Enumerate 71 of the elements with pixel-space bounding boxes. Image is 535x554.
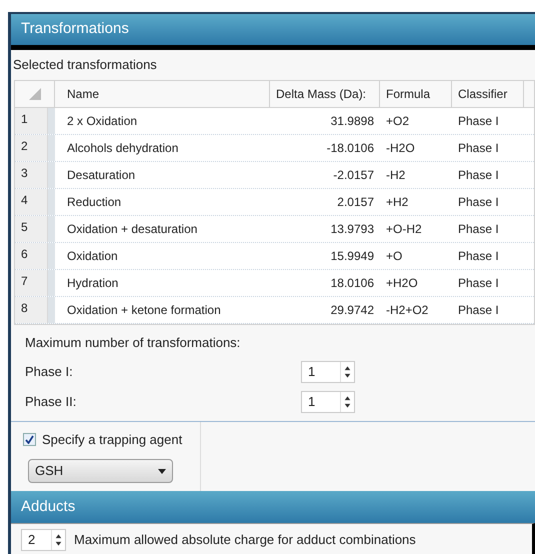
spinner-value: 2 [27, 531, 36, 549]
dropdown[interactable]: GSH [28, 459, 173, 483]
table-cell-text: -18.0106 [326, 140, 375, 157]
spinner-value: 1 [307, 392, 316, 410]
spinner-value: 1 [307, 362, 316, 380]
row-number: 6 [15, 243, 48, 269]
column-header[interactable]: Classifier [452, 81, 524, 107]
table-cell-text: -2.0157 [332, 167, 375, 184]
table-cell-text: Phase I [457, 302, 500, 319]
select-all-corner-icon[interactable] [28, 88, 40, 100]
section-title: Transformations [21, 19, 129, 40]
table-cell-text: Phase I [457, 167, 500, 184]
column-header[interactable]: Formula [380, 81, 452, 107]
row-number: 8 [15, 297, 48, 323]
table-cell-text: Desaturation [66, 167, 136, 184]
table-cell-text: Phase I [457, 140, 500, 157]
row-selector[interactable] [48, 216, 55, 242]
caret-icon [158, 468, 166, 474]
table-cell-text: -H2+O2 [385, 302, 430, 319]
table-cell-text: +O-H2 [385, 221, 423, 238]
table-cell-text: -H2 [385, 167, 406, 184]
table-cell-text: +H2O [385, 275, 419, 292]
table-cell-text: 2.0157 [336, 194, 375, 211]
row-selector[interactable] [48, 297, 55, 323]
number-spinner[interactable]: 1 [301, 360, 355, 382]
row-selector[interactable] [48, 189, 55, 215]
row-selector[interactable] [48, 270, 55, 296]
column-header[interactable]: Delta Mass (Da): [270, 81, 380, 107]
table-cell-text: Phase I [457, 194, 500, 211]
group-label: Maximum number of transformations: [25, 334, 242, 352]
table-cell-text: Phase I [457, 221, 500, 238]
row-selector[interactable] [48, 135, 55, 161]
table-cell-text: +H2 [385, 194, 410, 211]
column-header[interactable]: Name [55, 81, 270, 107]
section-title: Adducts [21, 496, 76, 517]
checkbox-label: Specify a trapping agent [42, 430, 182, 449]
table-cell-text: Hydration [66, 275, 120, 292]
table-cell-text: 31.9898 [330, 113, 375, 130]
row-number: 7 [15, 270, 48, 296]
table-cell-text: Phase I [457, 275, 500, 292]
row-number: 2 [15, 135, 48, 161]
check-icon [25, 434, 34, 444]
row-selector[interactable] [48, 162, 55, 188]
group-label: Selected transformations [12, 56, 158, 74]
row-number: 5 [15, 216, 48, 242]
table-cell-text: 15.9949 [330, 248, 375, 265]
table-cell-text: 29.9742 [330, 302, 375, 319]
number-spinner[interactable]: 2 [21, 529, 66, 551]
table-cell-text: 2 x Oxidation [66, 113, 138, 130]
table-cell-text: Reduction [66, 194, 122, 211]
row-number: 3 [15, 162, 48, 188]
table-cell-text: +O2 [385, 113, 410, 130]
table-cell-text: -H2O [385, 140, 416, 157]
row-selector[interactable] [48, 108, 55, 134]
table-cell-text: Phase I [457, 113, 500, 130]
field-label: Phase II: [25, 392, 78, 411]
table-cell-text: 18.0106 [330, 275, 375, 292]
row-number: 4 [15, 189, 48, 215]
table-cell-text: Phase I [457, 248, 500, 265]
table-cell-text: Oxidation [66, 248, 119, 265]
table-cell-text: 13.9793 [330, 221, 375, 238]
number-spinner[interactable]: 1 [301, 390, 355, 412]
row-selector[interactable] [48, 243, 55, 269]
table-cell-text: Oxidation + desaturation [66, 221, 198, 238]
table-cell-text: +O [385, 248, 404, 265]
field-label: Maximum allowed absolute charge for adduct combinations [74, 531, 416, 550]
table-cell-text: Alcohols dehydration [66, 140, 180, 157]
checkbox[interactable] [23, 432, 36, 446]
table-cell-text: Oxidation + ketone formation [66, 302, 222, 319]
row-number: 1 [15, 108, 48, 134]
field-label: Phase I: [25, 362, 74, 381]
